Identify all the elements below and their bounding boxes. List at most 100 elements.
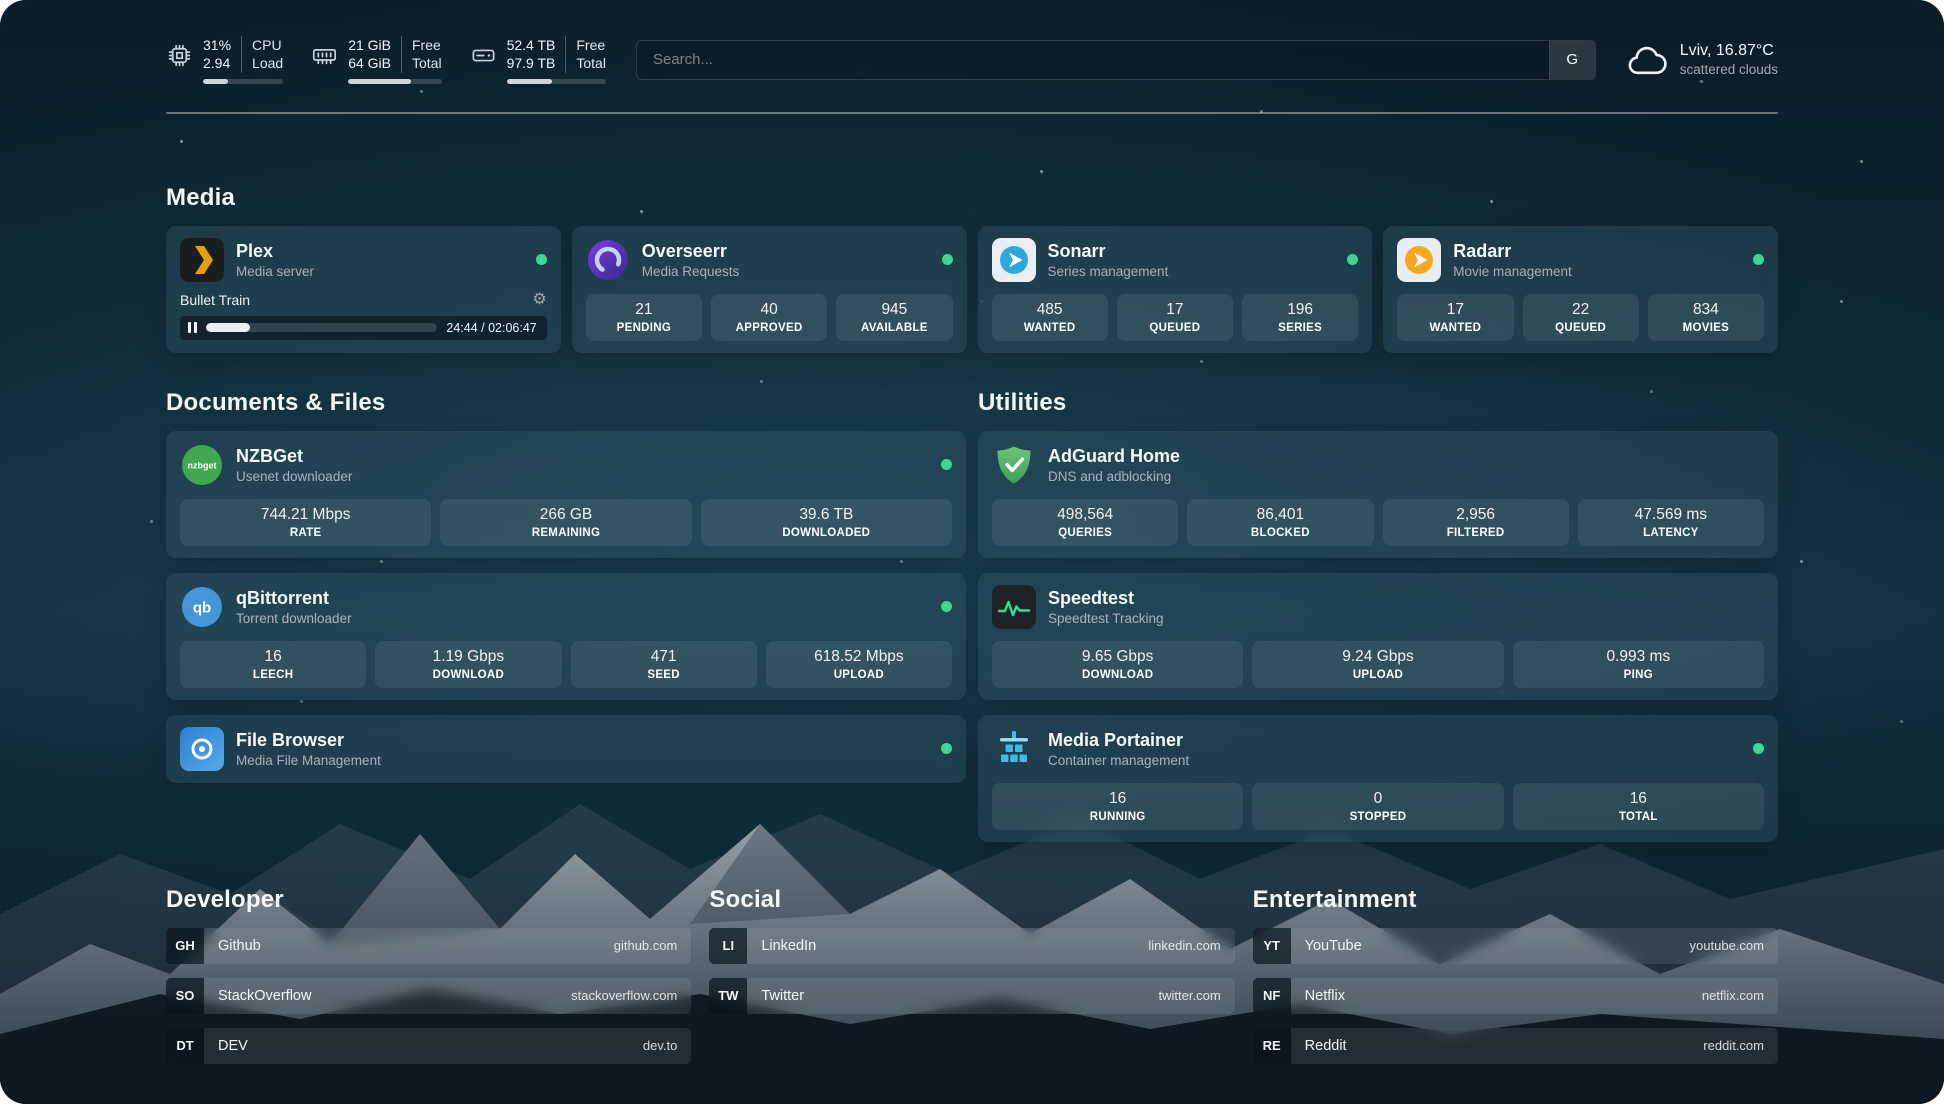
ram-free-label: Free bbox=[412, 36, 442, 54]
stat-leech: 16 LEECH bbox=[180, 641, 366, 688]
app-name: AdGuard Home bbox=[1048, 446, 1764, 467]
bookmark-url: stackoverflow.com bbox=[571, 988, 677, 1003]
gear-icon[interactable]: ⚙ bbox=[532, 292, 546, 308]
bookmark-name: LinkedIn bbox=[761, 938, 816, 954]
bookmark-url: reddit.com bbox=[1703, 1038, 1764, 1053]
bookmark-body: Twitter twitter.com bbox=[747, 978, 1234, 1014]
linkedin-icon: LI bbox=[709, 928, 747, 964]
stat-upload: 9.24 Gbps UPLOAD bbox=[1252, 641, 1503, 688]
disk-total-label: Total bbox=[576, 54, 606, 72]
stats: 16 LEECH 1.19 Gbps DOWNLOAD 471 SEED bbox=[180, 641, 952, 688]
bookmark-name: Twitter bbox=[761, 988, 804, 1004]
bookmark-name: YouTube bbox=[1305, 938, 1362, 954]
svg-text:nzbget: nzbget bbox=[188, 460, 217, 470]
bookmark-name: StackOverflow bbox=[218, 988, 311, 1004]
ram-free-value: 21 GiB bbox=[348, 36, 391, 54]
documents-column: Documents & Files nzbget NZBGet Usenet d… bbox=[166, 389, 966, 842]
nzbget-card[interactable]: nzbget NZBGet Usenet downloader 744.21 M… bbox=[166, 431, 966, 558]
bookmark-linkedin[interactable]: LI LinkedIn linkedin.com bbox=[709, 928, 1234, 964]
stats: 9.65 Gbps DOWNLOAD 9.24 Gbps UPLOAD 0.99… bbox=[992, 641, 1764, 688]
stat-filtered: 2,956 FILTERED bbox=[1383, 499, 1569, 546]
stat-approved: 40 APPROVED bbox=[711, 294, 827, 341]
speedtest-card[interactable]: Speedtest Speedtest Tracking 9.65 Gbps D… bbox=[978, 573, 1778, 700]
app-subtitle: DNS and adblocking bbox=[1048, 469, 1764, 484]
adguard-card[interactable]: AdGuard Home DNS and adblocking 498,564 … bbox=[978, 431, 1778, 558]
status-dot-online bbox=[536, 254, 547, 265]
bookmark-stackoverflow[interactable]: SO StackOverflow stackoverflow.com bbox=[166, 978, 691, 1014]
stat-queued: 17 QUEUED bbox=[1117, 294, 1233, 341]
app-name: File Browser bbox=[236, 730, 929, 751]
app-subtitle: Container management bbox=[1048, 753, 1741, 768]
app-name: Sonarr bbox=[1048, 241, 1336, 262]
stat-remaining: 266 GB REMAINING bbox=[440, 499, 691, 546]
qbittorrent-card[interactable]: qb qBittorrent Torrent downloader 16 bbox=[166, 573, 966, 700]
cpu-usage-bar-fill bbox=[203, 79, 228, 84]
ram-widget: 21 GiB 64 GiB Free Total bbox=[311, 36, 441, 84]
filebrowser-icon bbox=[180, 727, 224, 771]
status-dot-online bbox=[942, 254, 953, 265]
bookmark-netflix[interactable]: NF Netflix netflix.com bbox=[1253, 978, 1778, 1014]
plex-card[interactable]: Plex Media server Bullet Train ⚙ 24:44 /… bbox=[166, 226, 561, 353]
qbittorrent-icon: qb bbox=[180, 585, 224, 629]
playback-progress-track bbox=[206, 323, 437, 332]
cpu-usage-bar bbox=[203, 79, 283, 84]
stat-total: 16 TOTAL bbox=[1513, 783, 1764, 830]
bookmark-twitter[interactable]: TW Twitter twitter.com bbox=[709, 978, 1234, 1014]
header-divider bbox=[166, 112, 1778, 114]
ram-icon bbox=[311, 42, 338, 69]
bookmark-name: Reddit bbox=[1305, 1038, 1347, 1054]
stat-series: 196 SERIES bbox=[1242, 294, 1358, 341]
overseerr-card[interactable]: Overseerr Media Requests 21 PENDING 40 A… bbox=[572, 226, 967, 353]
stat-upload: 618.52 Mbps UPLOAD bbox=[766, 641, 952, 688]
section-title-media: Media bbox=[166, 184, 1778, 212]
stat-pending: 21 PENDING bbox=[586, 294, 702, 341]
stats: 744.21 Mbps RATE 266 GB REMAINING 39.6 T… bbox=[180, 499, 952, 546]
plex-icon bbox=[180, 238, 224, 282]
cpu-icon bbox=[166, 42, 193, 69]
search-input[interactable] bbox=[637, 41, 1549, 79]
now-playing-title: Bullet Train bbox=[180, 292, 250, 308]
social-column: Social LI LinkedIn linkedin.com TW Twitt… bbox=[709, 886, 1234, 1064]
search-engine-button[interactable]: G bbox=[1549, 41, 1595, 79]
overseerr-icon bbox=[586, 238, 630, 282]
pause-icon[interactable] bbox=[188, 322, 197, 333]
app-subtitle: Torrent downloader bbox=[236, 611, 929, 626]
section-title-documents: Documents & Files bbox=[166, 389, 966, 417]
top-bar: 31% 2.94 CPU Load bbox=[166, 36, 1778, 84]
bookmark-url: youtube.com bbox=[1690, 938, 1764, 953]
status-dot-online bbox=[1753, 743, 1764, 754]
stat-queued: 22 QUEUED bbox=[1523, 294, 1639, 341]
disk-icon bbox=[470, 42, 497, 69]
cloud-icon bbox=[1626, 43, 1668, 77]
disk-free-value: 52.4 TB bbox=[507, 36, 556, 54]
stat-seed: 471 SEED bbox=[571, 641, 757, 688]
stat-wanted: 17 WANTED bbox=[1397, 294, 1513, 341]
developer-column: Developer GH Github github.com SO StackO… bbox=[166, 886, 691, 1064]
reddit-icon: RE bbox=[1253, 1028, 1291, 1064]
bookmark-dev[interactable]: DT DEV dev.to bbox=[166, 1028, 691, 1064]
bookmark-url: netflix.com bbox=[1702, 988, 1764, 1003]
stat-movies: 834 MOVIES bbox=[1648, 294, 1764, 341]
radarr-card[interactable]: Radarr Movie management 17 WANTED 22 QUE… bbox=[1383, 226, 1778, 353]
sonarr-card[interactable]: Sonarr Series management 485 WANTED 17 Q… bbox=[978, 226, 1373, 353]
system-widgets: 31% 2.94 CPU Load bbox=[166, 36, 606, 84]
stat-available: 945 AVAILABLE bbox=[836, 294, 952, 341]
youtube-icon: YT bbox=[1253, 928, 1291, 964]
status-dot-online bbox=[1347, 254, 1358, 265]
app-name: Media Portainer bbox=[1048, 730, 1741, 751]
portainer-card[interactable]: Media Portainer Container management 16 … bbox=[978, 715, 1778, 842]
bookmark-reddit[interactable]: RE Reddit reddit.com bbox=[1253, 1028, 1778, 1064]
weather-widget: Lviv, 16.87°C scattered clouds bbox=[1626, 42, 1778, 77]
bookmark-github[interactable]: GH Github github.com bbox=[166, 928, 691, 964]
weather-location-temp: Lviv, 16.87°C bbox=[1680, 42, 1778, 60]
cpu-load-label: Load bbox=[252, 54, 283, 72]
section-title-utilities: Utilities bbox=[978, 389, 1778, 417]
disk-usage-bar-fill bbox=[507, 79, 553, 84]
app-name: Overseerr bbox=[642, 241, 930, 262]
filebrowser-card[interactable]: File Browser Media File Management bbox=[166, 715, 966, 783]
status-dot-online bbox=[941, 459, 952, 470]
dashboard: 31% 2.94 CPU Load bbox=[0, 0, 1944, 1104]
section-title-developer: Developer bbox=[166, 886, 691, 914]
bookmark-url: twitter.com bbox=[1159, 988, 1221, 1003]
bookmark-youtube[interactable]: YT YouTube youtube.com bbox=[1253, 928, 1778, 964]
